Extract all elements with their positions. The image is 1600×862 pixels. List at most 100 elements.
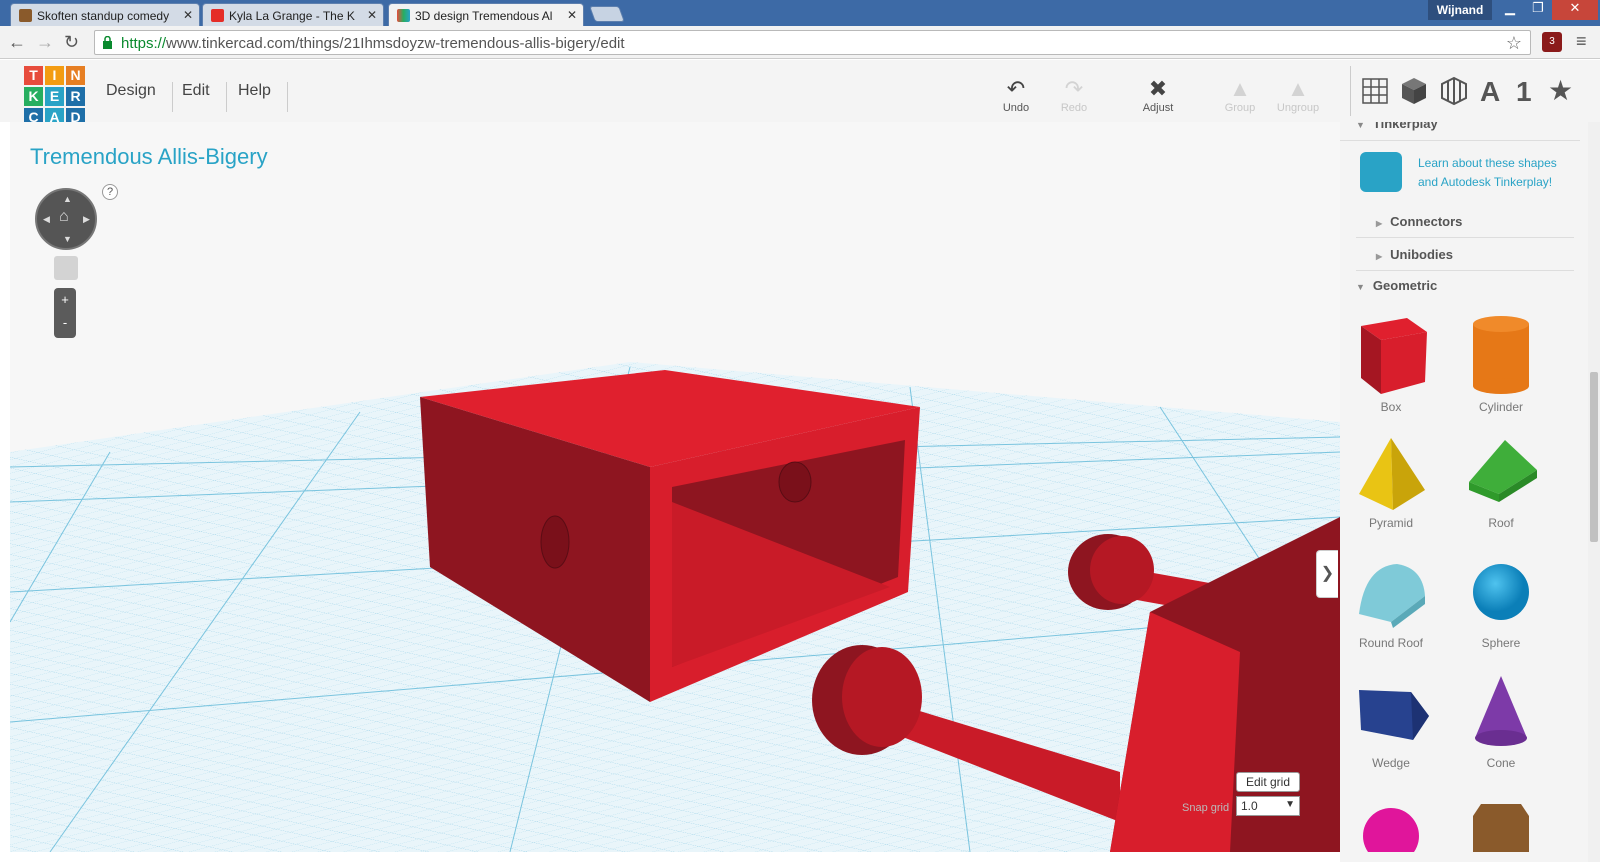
close-tab-icon[interactable]: ✕ [367,8,377,22]
section-title: Geometric [1372,278,1438,293]
shape-cone[interactable]: Cone [1451,672,1551,770]
grid-view-icon[interactable] [1362,78,1388,104]
scrollbar-thumb[interactable] [1590,372,1598,542]
perspective-toggle-icon[interactable] [54,256,78,280]
browser-toolbar: ← → ↻ https://www.tinkercad.com/things/2… [0,26,1600,59]
menu-design[interactable]: Design [90,82,173,112]
redo-button[interactable]: ↷ Redo [1044,76,1104,114]
nav-left-icon[interactable]: ◀ [43,214,50,225]
cylinder-shape-icon [1473,316,1529,394]
shape-label: Wedge [1372,756,1410,770]
section-title: Connectors [1390,214,1463,229]
nav-up-icon[interactable]: ▲ [63,194,72,204]
forward-icon[interactable]: → [36,32,54,53]
cone-shape-icon [1475,676,1527,746]
edit-grid-button[interactable]: Edit grid [1236,772,1300,792]
shape-wedge[interactable]: Wedge [1341,672,1441,770]
browser-tab[interactable]: Kyla La Grange - The K ✕ [202,3,384,26]
close-tab-icon[interactable]: ✕ [183,8,193,22]
wedge-shape-icon [1359,690,1429,740]
url-path: www.tinkercad.com/things/21Ihmsdoyzw-tre… [166,35,625,52]
group-button[interactable]: ▲ Group [1210,76,1270,114]
shape-label: Cone [1486,756,1516,770]
snap-grid-select[interactable]: 1.0 ▼ [1236,796,1300,816]
shape-label: Sphere [1481,636,1521,650]
dropdown-caret-icon: ▼ [1285,799,1295,810]
shape-roof[interactable]: Roof [1451,432,1551,530]
nav-right-icon[interactable]: ▶ [83,214,90,225]
round-roof-shape-icon [1359,564,1425,628]
shape-round-roof[interactable]: Round Roof [1341,552,1441,650]
expand-triangle-icon: ▶ [1376,252,1383,261]
design-viewport[interactable]: Tremendous Allis-Bigery ▲ ▼ ◀ ▶ ⌂ ? + - … [10,122,1340,852]
collapse-triangle-icon: ▼ [1356,122,1365,130]
browser-menu-icon[interactable]: ≡ [1576,31,1587,52]
undo-label: Undo [1002,102,1030,114]
divider [1340,140,1580,141]
logo-letter: E [45,87,64,106]
shape-label: Round Roof [1358,636,1424,650]
design-title[interactable]: Tremendous Allis-Bigery [30,144,268,170]
shape-cylinder[interactable]: Cylinder [1451,312,1551,414]
bookmark-star-icon[interactable]: ☆ [1506,33,1522,54]
nav-down-icon[interactable]: ▼ [63,234,72,244]
section-tinkerplay[interactable]: ▼ Tinkerplay [1340,122,1580,131]
shape-box[interactable]: Box [1341,312,1441,414]
undo-icon: ↶ [1006,76,1026,101]
zoom-out-button[interactable]: - [54,312,76,336]
group-label: Group [1224,102,1256,114]
sphere-shape-icon [1473,564,1529,620]
shape-pyramid[interactable]: Pyramid [1341,432,1441,530]
menu-edit[interactable]: Edit [166,82,227,112]
ublock-extension-icon[interactable]: 3 [1542,32,1562,52]
restore-icon[interactable]: ❐ [1522,0,1554,20]
roof-shape-icon [1469,440,1537,502]
address-bar[interactable]: https://www.tinkercad.com/things/21Ihmsd… [94,30,1531,55]
wireframe-view-icon[interactable] [1440,76,1468,106]
tinkerplay-link[interactable]: Learn about these shapes and Autodesk Ti… [1418,154,1568,192]
shape-partial[interactable] [1451,792,1551,856]
view-navigation-control[interactable]: ▲ ▼ ◀ ▶ ⌂ [35,188,97,250]
panel-scrollbar[interactable] [1588,122,1600,862]
close-tab-icon[interactable]: ✕ [567,8,577,22]
section-title: Unibodies [1390,247,1453,262]
number-icon[interactable]: 1 [1516,76,1532,108]
logo-letter: T [24,66,43,85]
back-icon[interactable]: ← [8,32,26,53]
browser-tab-active[interactable]: 3D design Tremendous Al ✕ [388,3,584,26]
tinkercad-logo[interactable]: T I N K E R C A D [24,66,86,128]
pyramid-shape-icon [1359,438,1425,510]
new-tab-button[interactable] [589,6,625,22]
section-unibodies[interactable]: ▶ Unibodies [1356,239,1574,271]
reload-icon[interactable]: ↻ [64,32,79,53]
zoom-control[interactable]: + - [54,288,76,338]
tab-title: Kyla La Grange - The K [229,9,355,23]
logo-letter: N [66,66,85,85]
help-icon[interactable]: ? [102,184,118,200]
collapse-panel-chevron-icon[interactable]: ❯ [1316,550,1338,598]
section-connectors[interactable]: ▶ Connectors [1356,206,1574,238]
tinkerplay-icon[interactable] [1360,152,1402,192]
home-view-icon[interactable]: ⌂ [59,208,69,226]
shape-partial[interactable] [1341,792,1441,856]
text-icon[interactable]: A [1480,76,1500,108]
close-window-icon[interactable]: ✕ [1552,0,1598,20]
browser-tab[interactable]: Skoften standup comedy ✕ [10,3,200,26]
menu-help[interactable]: Help [222,82,288,112]
undo-button[interactable]: ↶ Undo [986,76,1046,114]
adjust-button[interactable]: ✖ Adjust [1128,76,1188,114]
divider [1350,66,1351,116]
favorite-star-icon[interactable]: ★ [1548,74,1573,107]
youtube-favicon [211,9,224,22]
zoom-in-button[interactable]: + [54,288,76,312]
workplane-scene[interactable] [10,122,1340,852]
box-view-icon[interactable] [1400,76,1428,106]
shape-sphere[interactable]: Sphere [1451,552,1551,650]
browser-user-badge[interactable]: Wijnand [1428,0,1492,20]
group-icon: ▲ [1229,76,1251,101]
adjust-tools-icon: ✖ [1148,76,1168,101]
logo-letter: K [24,87,43,106]
ungroup-button[interactable]: ▲ Ungroup [1268,76,1328,114]
ungroup-label: Ungroup [1276,102,1320,114]
section-geometric[interactable]: ▼ Geometric [1340,278,1580,293]
